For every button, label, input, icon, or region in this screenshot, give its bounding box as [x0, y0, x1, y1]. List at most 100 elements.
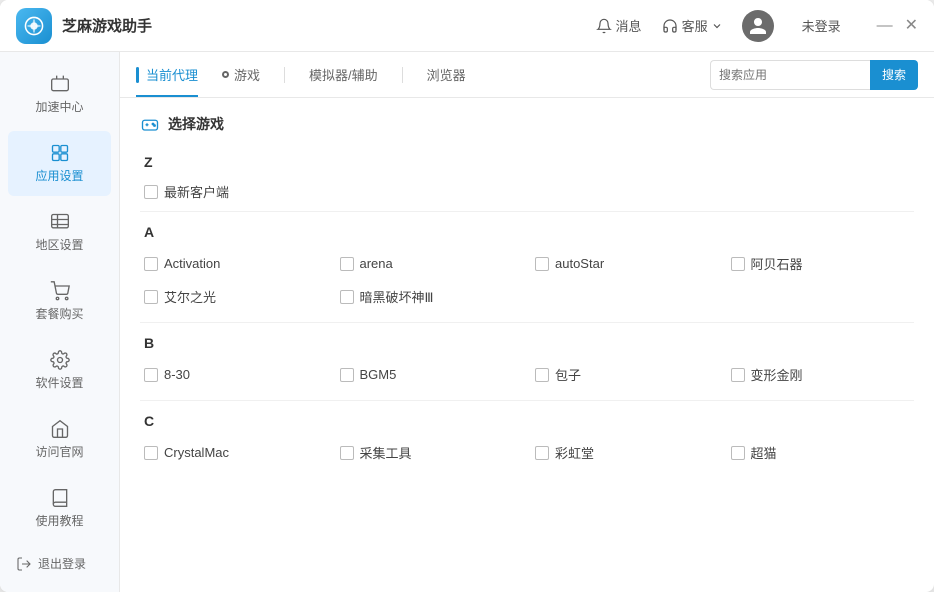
- section-z-label: Z: [140, 146, 914, 176]
- section-b-label: B: [140, 327, 914, 357]
- game-item-caihongtang[interactable]: 彩虹堂: [531, 441, 719, 464]
- section-a-grid: Activation arena autoStar 阿贝石器: [140, 246, 914, 314]
- caijigongju-checkbox[interactable]: [340, 446, 354, 460]
- game-area: 选择游戏 Z 最新客户端 A: [120, 98, 934, 592]
- game-item-chaomao[interactable]: 超猫: [727, 441, 915, 464]
- section-b-grid: 8-30 BGM5 包子 变形金刚: [140, 357, 914, 392]
- app-logo: [16, 8, 52, 44]
- speed-icon: [50, 74, 70, 94]
- sidebar-speed-label: 加速中心: [35, 98, 83, 115]
- sidebar-item-package[interactable]: 套餐购买: [8, 269, 111, 334]
- game-area-header: 选择游戏: [140, 114, 914, 134]
- divider-ab: [140, 322, 914, 323]
- activation-checkbox[interactable]: [144, 257, 158, 271]
- sidebar-item-speed[interactable]: 加速中心: [8, 62, 111, 127]
- latest-client-checkbox[interactable]: [144, 185, 158, 199]
- tutorial-icon: [50, 488, 70, 508]
- game-item-activation[interactable]: Activation: [140, 252, 328, 275]
- tab-emulator[interactable]: 模拟器/辅助: [309, 52, 378, 97]
- game-item-autostar[interactable]: autoStar: [531, 252, 719, 275]
- official-icon: [50, 419, 70, 439]
- avatar[interactable]: [742, 10, 774, 42]
- service-btn[interactable]: 客服: [662, 16, 722, 35]
- game-item-arena[interactable]: arena: [336, 252, 524, 275]
- tab-proxy[interactable]: 当前代理: [136, 52, 198, 97]
- tab-sep-2: [402, 67, 403, 83]
- sidebar-version: 版本V2.0.3: [0, 588, 119, 592]
- autostar-label: autoStar: [555, 256, 604, 271]
- sidebar-item-app-settings[interactable]: 应用设置: [8, 131, 111, 196]
- login-status[interactable]: 未登录: [802, 16, 841, 35]
- service-dropdown-icon: [712, 21, 722, 31]
- section-b: B 8-30 BGM5 包子: [140, 327, 914, 392]
- bgm5-label: BGM5: [360, 367, 397, 382]
- sidebar-item-region[interactable]: 地区设置: [8, 200, 111, 265]
- game-item-b830[interactable]: 8-30: [140, 363, 328, 386]
- autostar-checkbox[interactable]: [535, 257, 549, 271]
- abeshiqi-label: 阿贝石器: [751, 254, 803, 273]
- sidebar-item-software[interactable]: 软件设置: [8, 338, 111, 403]
- app-settings-icon: [50, 143, 70, 163]
- section-a-label: A: [140, 216, 914, 246]
- window-controls: — ✕: [877, 18, 918, 34]
- crystalmac-checkbox[interactable]: [144, 446, 158, 460]
- baozi-checkbox[interactable]: [535, 368, 549, 382]
- search-input[interactable]: [710, 60, 870, 90]
- logout-icon: [16, 556, 32, 572]
- region-icon: [50, 212, 70, 232]
- main-window: 芝麻游戏助手 消息 客服: [0, 0, 934, 592]
- game-item-airzhi[interactable]: 艾尔之光: [140, 285, 328, 308]
- tab-browser-label: 浏览器: [427, 65, 466, 84]
- bianxingjin-checkbox[interactable]: [731, 368, 745, 382]
- caihongtang-label: 彩虹堂: [555, 443, 594, 462]
- minimize-btn[interactable]: —: [877, 18, 893, 34]
- titlebar: 芝麻游戏助手 消息 客服: [0, 0, 934, 52]
- content-area: 当前代理 游戏 模拟器/辅助 浏览器 搜索: [120, 52, 934, 592]
- software-icon: [50, 350, 70, 370]
- arena-checkbox[interactable]: [340, 257, 354, 271]
- section-a: A Activation arena autoStar: [140, 216, 914, 314]
- latest-client-label: 最新客户端: [164, 182, 229, 201]
- logout-btn[interactable]: 退出登录: [0, 543, 119, 584]
- titlebar-actions: 消息 客服 未登录 — ✕: [596, 10, 918, 42]
- divider-za: [140, 211, 914, 212]
- sidebar-item-official[interactable]: 访问官网: [8, 407, 111, 472]
- b830-checkbox[interactable]: [144, 368, 158, 382]
- sidebar-tutorial-label: 使用教程: [35, 512, 83, 529]
- airzhi-checkbox[interactable]: [144, 290, 158, 304]
- latest-client-item[interactable]: 最新客户端: [140, 176, 914, 207]
- activation-label: Activation: [164, 256, 220, 271]
- caihongtang-checkbox[interactable]: [535, 446, 549, 460]
- sidebar-package-label: 套餐购买: [35, 305, 83, 322]
- package-icon: [50, 281, 70, 301]
- game-item-bianxingjin[interactable]: 变形金刚: [727, 363, 915, 386]
- sidebar-official-label: 访问官网: [35, 443, 83, 460]
- crystalmac-label: CrystalMac: [164, 445, 229, 460]
- service-label: 客服: [682, 16, 708, 35]
- close-btn[interactable]: ✕: [905, 18, 918, 34]
- message-btn[interactable]: 消息: [596, 16, 642, 35]
- tab-emulator-label: 模拟器/辅助: [309, 65, 378, 84]
- tab-game[interactable]: 游戏: [222, 52, 260, 97]
- bgm5-checkbox[interactable]: [340, 368, 354, 382]
- divider-bc: [140, 400, 914, 401]
- game-item-abeshiqi[interactable]: 阿贝石器: [727, 252, 915, 275]
- anheipo-checkbox[interactable]: [340, 290, 354, 304]
- sidebar-app-settings-label: 应用设置: [35, 167, 83, 184]
- tabbar: 当前代理 游戏 模拟器/辅助 浏览器 搜索: [120, 52, 934, 98]
- game-item-crystalmac[interactable]: CrystalMac: [140, 441, 328, 464]
- abeshiqi-checkbox[interactable]: [731, 257, 745, 271]
- game-item-caijigongju[interactable]: 采集工具: [336, 441, 524, 464]
- chaomao-checkbox[interactable]: [731, 446, 745, 460]
- sidebar-item-tutorial[interactable]: 使用教程: [8, 476, 111, 541]
- sidebar-region-label: 地区设置: [35, 236, 83, 253]
- bianxingjin-label: 变形金刚: [751, 365, 803, 384]
- sidebar-software-label: 软件设置: [35, 374, 83, 391]
- game-item-bgm5[interactable]: BGM5: [336, 363, 524, 386]
- search-box: 搜索: [710, 60, 918, 90]
- section-c-grid: CrystalMac 采集工具 彩虹堂 超猫: [140, 435, 914, 470]
- tab-browser[interactable]: 浏览器: [427, 52, 466, 97]
- search-btn[interactable]: 搜索: [870, 60, 918, 90]
- game-item-baozi[interactable]: 包子: [531, 363, 719, 386]
- game-item-anheipo[interactable]: 暗黑破坏神Ⅲ: [336, 285, 524, 308]
